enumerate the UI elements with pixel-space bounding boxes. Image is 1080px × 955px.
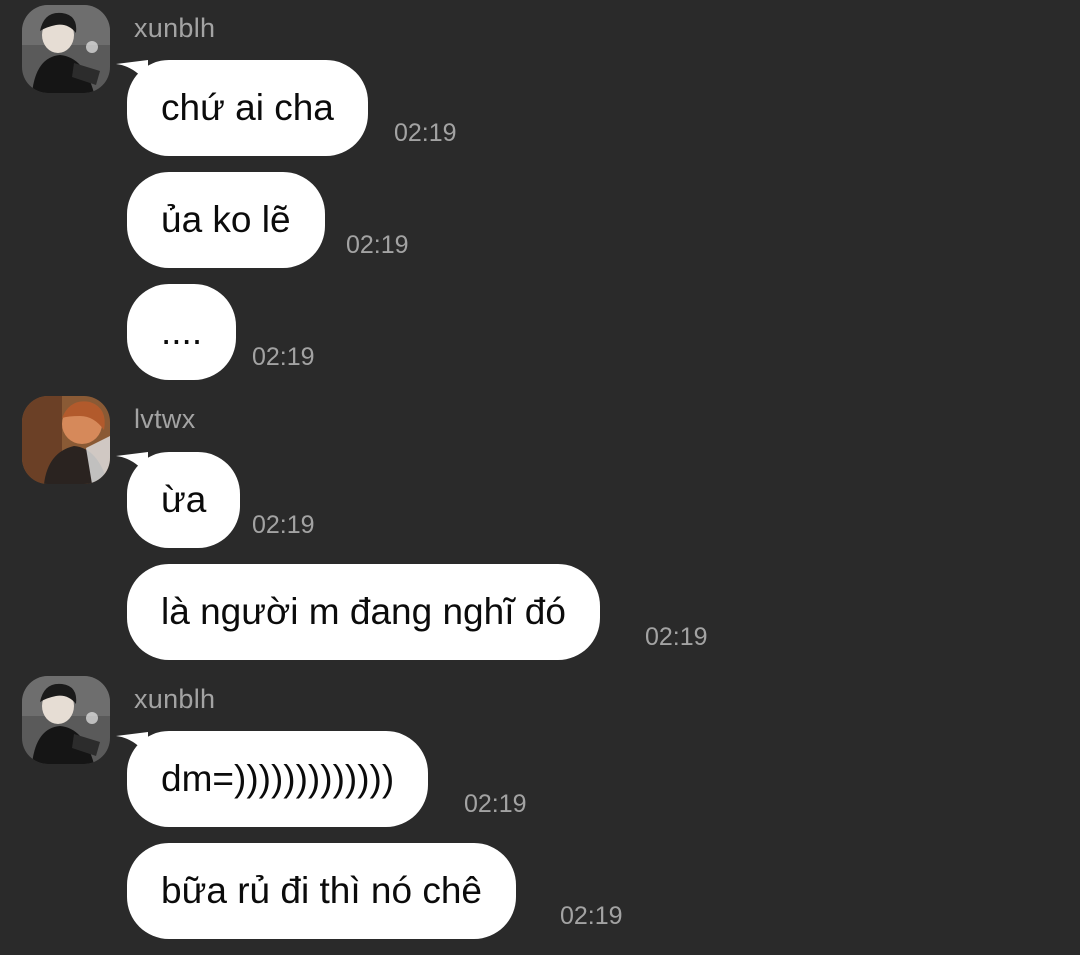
avatar-lvtwx[interactable] xyxy=(22,396,110,484)
avatar-xunblh[interactable] xyxy=(22,5,110,93)
message-text: .... xyxy=(161,311,203,352)
message-time: 02:19 xyxy=(346,231,409,259)
message-text: là người m đang nghĩ đó xyxy=(161,591,566,632)
message-time: 02:19 xyxy=(252,511,315,539)
message-text: dm=))))))))))))) xyxy=(161,758,395,799)
message-bubble[interactable]: chứ ai cha xyxy=(127,60,368,156)
sender-name: xunblh xyxy=(134,684,216,714)
message-time: 02:19 xyxy=(252,343,315,371)
message-bubble[interactable]: bữa rủ đi thì nó chê xyxy=(127,843,516,939)
chat-screen: { "messages": [ {"sender": "xunblh", "te… xyxy=(0,0,1080,955)
message-time: 02:19 xyxy=(645,623,708,651)
message-text: bữa rủ đi thì nó chê xyxy=(161,870,482,911)
sender-name: xunblh xyxy=(134,13,216,43)
message-bubble[interactable]: ừa xyxy=(127,452,241,548)
message-text: ừa xyxy=(161,479,207,520)
message-text: chứ ai cha xyxy=(161,87,334,128)
message-time: 02:19 xyxy=(560,902,623,930)
sender-name: lvtwx xyxy=(134,404,196,434)
user-photo-icon xyxy=(22,5,110,93)
message-bubble[interactable]: là người m đang nghĩ đó xyxy=(127,564,600,660)
avatar-xunblh[interactable] xyxy=(22,676,110,764)
message-time: 02:19 xyxy=(464,790,527,818)
message-bubble[interactable]: dm=))))))))))))) xyxy=(127,731,429,827)
message-text: ủa ko lẽ xyxy=(161,199,291,240)
message-bubble[interactable]: ủa ko lẽ xyxy=(127,172,325,268)
message-time: 02:19 xyxy=(394,119,457,147)
message-bubble[interactable]: .... xyxy=(127,284,237,380)
user-photo-icon xyxy=(22,396,110,484)
user-photo-icon xyxy=(22,676,110,764)
